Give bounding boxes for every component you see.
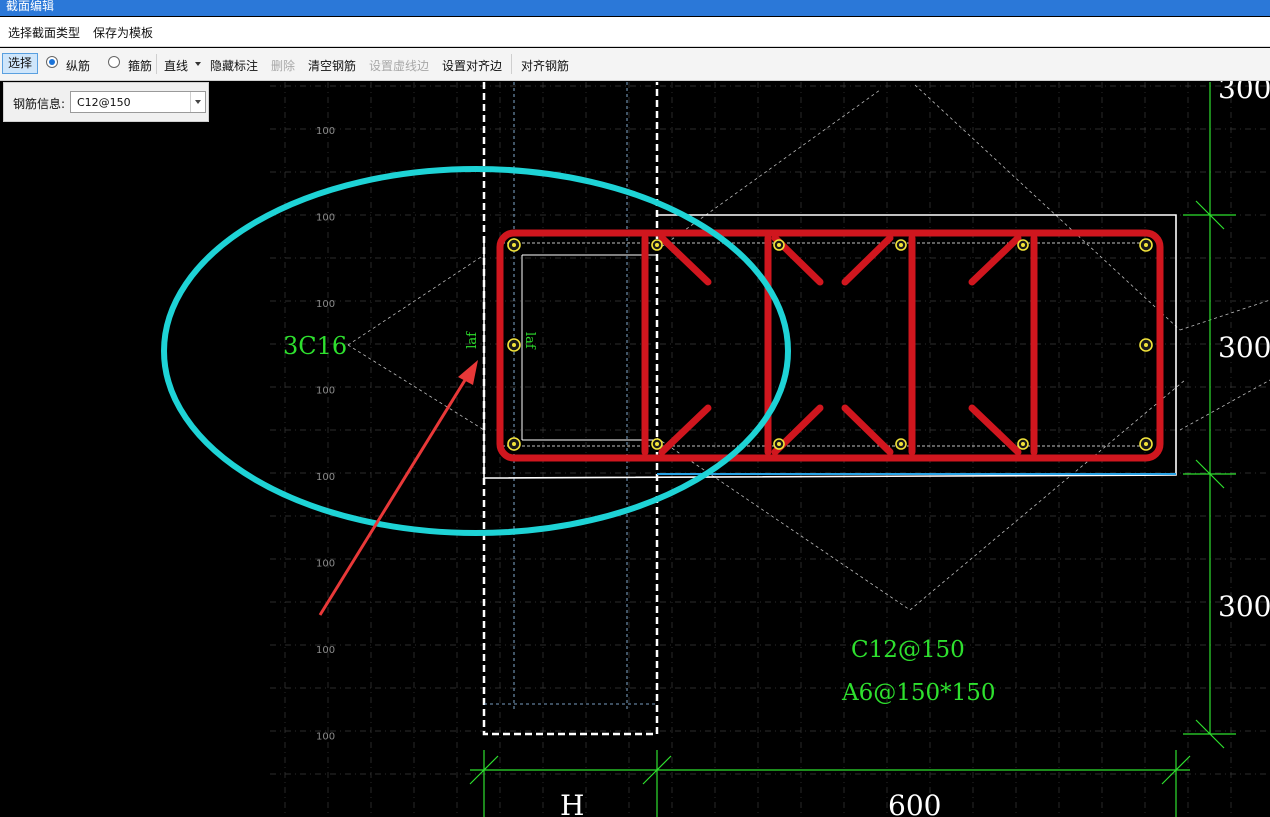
- chevron-down-icon[interactable]: [190, 92, 205, 112]
- rebar-dot-center: [777, 442, 781, 446]
- rebar-dot-center: [512, 442, 516, 446]
- dim-bottom-600: 600: [888, 789, 941, 817]
- rebar-info-select[interactable]: C12@150: [70, 91, 206, 113]
- rebar-info-label: 钢筋信息:: [13, 97, 66, 111]
- rebar-dot-center: [655, 243, 659, 247]
- stirrup-label[interactable]: 箍筋: [128, 57, 152, 74]
- note-stirrup: A6@150*150: [841, 680, 996, 706]
- stirrup-radio[interactable]: [108, 56, 120, 68]
- menu-save-as-template[interactable]: 保存为模板: [93, 24, 153, 41]
- grid-label: 100: [316, 472, 335, 483]
- window-title: 截面编辑: [0, 0, 1270, 16]
- rebar-dot-center: [777, 243, 781, 247]
- laf-label-right: laf: [522, 332, 537, 350]
- rebar-dot-center: [512, 243, 516, 247]
- dim-right-3: 300: [1218, 590, 1270, 623]
- menu-select-section-type[interactable]: 选择截面类型: [8, 24, 80, 41]
- longitudinal-label[interactable]: 纵筋: [66, 57, 90, 74]
- callout-3c16: 3C16: [283, 332, 347, 360]
- section-canvas[interactable]: 100 100 100 100 100 100 100 100 3C16 laf laf C1…: [0, 0, 1270, 817]
- grid-label: 100: [316, 213, 335, 224]
- delete-button[interactable]: 删除: [271, 57, 295, 74]
- line-mode-dropdown-icon[interactable]: [195, 62, 201, 66]
- line-mode-button[interactable]: 直线: [164, 57, 188, 74]
- menu-bar: 选择截面类型 保存为模板: [0, 17, 1270, 47]
- rebar-dot-center: [1144, 243, 1148, 247]
- grid-label: 100: [316, 559, 335, 570]
- rebar-dot-center: [899, 243, 903, 247]
- set-align-edge-button[interactable]: 设置对齐边: [442, 57, 502, 74]
- rebar-dot-center: [1144, 343, 1148, 347]
- rebar-dot-center: [512, 343, 516, 347]
- longitudinal-radio[interactable]: [46, 56, 58, 68]
- hide-annotation-button[interactable]: 隐藏标注: [210, 57, 258, 74]
- dim-right-2: 300: [1218, 331, 1270, 364]
- clear-rebar-button[interactable]: 清空钢筋: [308, 57, 356, 74]
- grid-label: 100: [316, 126, 335, 137]
- rebar-dot-center: [1144, 442, 1148, 446]
- toolbar: 选择 纵筋 箍筋 直线 隐藏标注 删除 清空钢筋 设置虚线边 设置对齐边 对齐钢…: [0, 48, 1270, 81]
- rebar-info-panel: 钢筋信息: C12@150: [3, 82, 209, 122]
- rebar-info-value: C12@150: [77, 96, 131, 109]
- laf-label-left: laf: [465, 331, 480, 349]
- rebar-dot-center: [655, 442, 659, 446]
- rebar-dot-center: [1021, 442, 1025, 446]
- toolbar-separator: [156, 54, 157, 74]
- grid-label: 100: [316, 299, 335, 310]
- align-rebar-button[interactable]: 对齐钢筋: [521, 57, 569, 74]
- grid-label: 100: [316, 645, 335, 656]
- grid-label: 100: [316, 386, 335, 397]
- select-button[interactable]: 选择: [2, 53, 38, 74]
- rebar-dot-center: [1021, 243, 1025, 247]
- dim-bottom-h: H: [560, 789, 584, 817]
- note-rebar: C12@150: [851, 637, 965, 663]
- set-dashed-edge-button[interactable]: 设置虚线边: [369, 57, 429, 74]
- grid-label: 100: [316, 732, 335, 743]
- toolbar-separator: [511, 54, 512, 74]
- rebar-dot-center: [899, 442, 903, 446]
